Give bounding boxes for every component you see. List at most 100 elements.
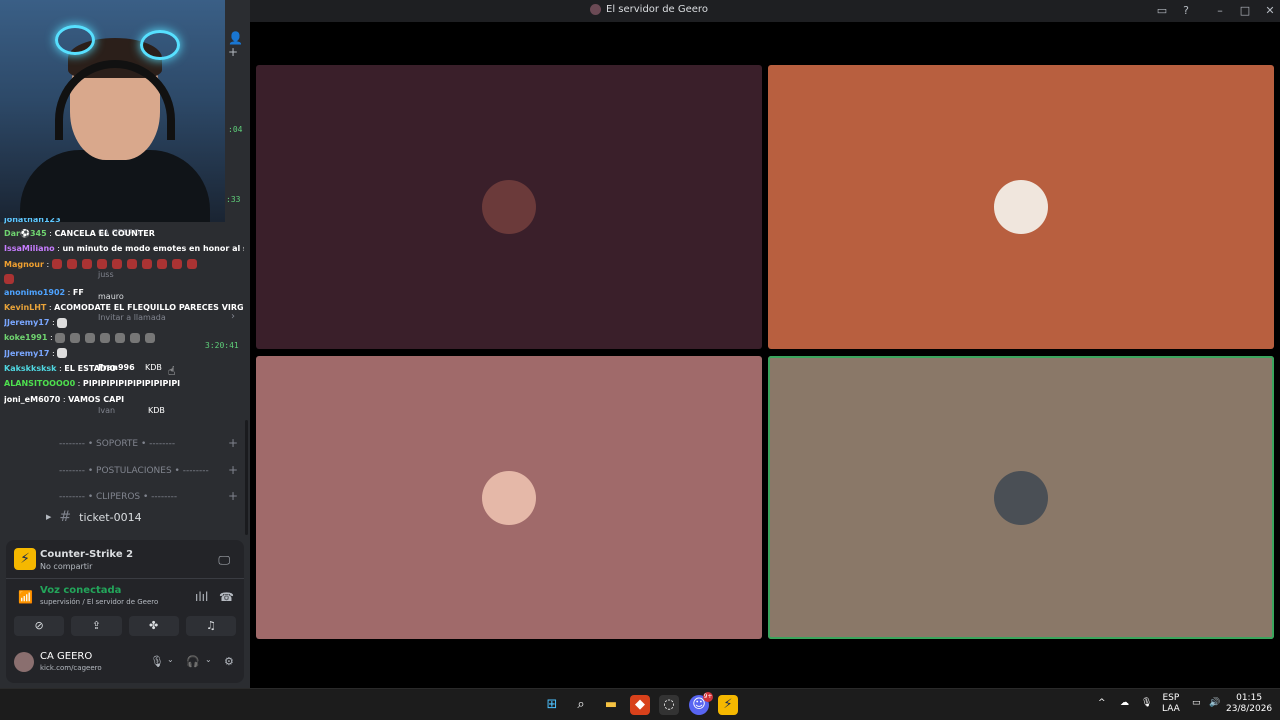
maximize-button[interactable]: □ [1237, 3, 1253, 19]
chat-user: koke1991 [4, 333, 48, 343]
chevron-down-icon[interactable]: ⌄ [205, 655, 212, 664]
help-icon[interactable]: ? [1178, 3, 1194, 19]
chat-message: FF [72, 287, 84, 297]
emote-icon [57, 348, 68, 359]
divider [6, 578, 244, 579]
current-user: CA GEERO kick.com/cageero 🎙 ⌄ 🎧 ⌄ ⚙ [14, 650, 236, 678]
chat-user: anonimo1902 [4, 287, 66, 297]
add-channel-icon[interactable]: + [228, 436, 238, 450]
chat-line: Kakskksksk : EL ESTADIO [4, 364, 117, 374]
hangup-icon[interactable]: ☎ [219, 590, 234, 604]
channel-category-cliperos[interactable]: -------- • CLIPEROS • -------- [59, 492, 177, 502]
add-friend-icon[interactable]: 👤+ [228, 31, 250, 59]
chat-line: ALANSITOOOO0 : PIPIPIPIPIPIPIPIPIPIPI [4, 379, 181, 389]
app-icon[interactable]: ◌ [659, 695, 679, 715]
video-tile[interactable] [256, 65, 762, 349]
emote-icon [96, 259, 107, 270]
emote-icon [156, 259, 167, 270]
windows-start-icon[interactable]: ⊞ [542, 695, 562, 715]
brave-icon[interactable]: ◆ [630, 695, 650, 715]
taskbar: ⊞ ⌕ ▬ ◆ ◌ ☺ 9+ ⚡ ^ ☁ 🎙 ESP LAA ▭ 🔊 01:15 … [0, 688, 1280, 720]
notification-badge: 9+ [703, 692, 713, 702]
chat-user: JJeremy17 [4, 318, 50, 328]
search-icon[interactable]: ⌕ [571, 695, 591, 715]
emote-icon [70, 332, 81, 343]
emote-icon [126, 259, 137, 270]
window-title-text: El servidor de Geero [606, 4, 708, 15]
chat-user: Dar⚽345 [4, 229, 47, 238]
chat-message: ACOMODATE EL FLEQUILLO PARECES VIRGO [54, 302, 244, 312]
emote-icon [100, 332, 111, 343]
emote-icon [85, 332, 96, 343]
volume-icon[interactable]: 🔊 [1209, 698, 1220, 709]
channel-label: ticket-0014 [79, 510, 142, 524]
add-channel-icon[interactable]: + [228, 463, 238, 477]
avatar [482, 470, 536, 525]
inbox-icon[interactable]: ▭ [1154, 3, 1170, 19]
emote-icon [51, 259, 62, 270]
display-icon[interactable]: ▭ [1192, 698, 1201, 709]
timestamp: :04 [228, 125, 243, 134]
signal-icon[interactable]: 📶 [18, 590, 33, 604]
file-explorer-icon[interactable]: ▬ [601, 695, 621, 715]
chat-user: Kakskksksk [4, 364, 57, 374]
chevron-down-icon[interactable]: ⌄ [167, 655, 174, 664]
chat-message: EL ESTADIO [64, 364, 117, 374]
emote-icon [4, 274, 14, 285]
avatar[interactable] [14, 652, 34, 672]
voice-member-name[interactable]: Ivan [98, 406, 115, 415]
avatar [994, 470, 1048, 525]
emote-icon [66, 259, 77, 270]
emote-icon [57, 317, 68, 328]
language-bottom: LAA [1162, 704, 1180, 714]
window-title: El servidor de Geero [590, 4, 708, 15]
channel-sidebar: 👤+ :04 :33 3:20:41 CA GEERO juss mauro I… [0, 0, 250, 688]
mic-icon[interactable]: 🎙 [150, 655, 164, 668]
voice-status[interactable]: Voz conectada [40, 585, 121, 596]
cloud-icon[interactable]: ☁ [1120, 698, 1129, 709]
cs2-icon[interactable]: ⚡ [718, 695, 738, 715]
activities-icon[interactable]: ✤ [128, 616, 179, 636]
channel-category-soporte[interactable]: -------- • SOPORTE • -------- [59, 439, 175, 449]
chat-message: CANCELA EL COUNTER [54, 229, 155, 238]
chat-message: PIPIPIPIPIPIPIPIPIPIPI [82, 379, 181, 389]
title-bar: El servidor de Geero ▭ ? – □ ✕ [250, 0, 1280, 22]
add-channel-icon[interactable]: + [228, 489, 238, 503]
close-button[interactable]: ✕ [1262, 3, 1278, 19]
clock-time: 01:15 [1236, 693, 1263, 703]
user-name[interactable]: CA GEERO [40, 651, 92, 662]
game-sub: No compartir [40, 562, 93, 571]
discord-icon[interactable]: ☺ 9+ [689, 692, 713, 715]
chevron-up-icon[interactable]: ^ [1098, 698, 1106, 709]
voice-location[interactable]: supervisión / El servidor de Geero [40, 598, 158, 606]
stream-icon[interactable]: 🖵 [218, 553, 230, 568]
chat-line: JJeremy17 : [4, 315, 244, 330]
soundwave-icon[interactable]: ılıl [195, 590, 208, 604]
channel-category-postulaciones[interactable]: -------- • POSTULACIONES • -------- [59, 466, 209, 476]
camera-off-icon[interactable]: ⊘ [14, 616, 65, 636]
video-tile[interactable] [768, 65, 1274, 349]
minimize-button[interactable]: – [1212, 3, 1228, 19]
emote-icon [115, 332, 126, 343]
gear-icon[interactable]: ⚙ [224, 655, 234, 668]
video-tile[interactable] [768, 356, 1274, 639]
channel-ticket[interactable]: ▶ # ticket-0014 [46, 509, 142, 525]
chat-line: JJeremy17 : [4, 346, 244, 361]
avatar [482, 180, 536, 234]
avatar [994, 180, 1048, 234]
mic-tray-icon[interactable]: 🎙 [1141, 698, 1152, 709]
headphones-icon[interactable]: 🎧 [186, 655, 200, 668]
video-tile[interactable] [256, 356, 762, 639]
webcam-overlay [0, 0, 225, 222]
screen-share-icon[interactable]: ⇪ [71, 616, 122, 636]
emote-icon [81, 259, 92, 270]
clock[interactable]: 01:15 23/8/2026 [1226, 693, 1272, 715]
stream-chat: jonathan123 Dar⚽345 : CANCELA EL COUNTER… [4, 218, 244, 407]
timestamp: :33 [226, 195, 241, 204]
soundboard-icon[interactable]: ♫ [185, 616, 236, 636]
language-indicator[interactable]: ESP LAA [1162, 693, 1180, 715]
game-activity: ⚡ Counter-Strike 2 No compartir 🖵 [14, 548, 236, 576]
sidebar-scrollbar[interactable] [245, 420, 248, 535]
chat-user: joni_eM6070 [4, 394, 61, 404]
chat-message: VAMOS CAPI [68, 394, 125, 404]
